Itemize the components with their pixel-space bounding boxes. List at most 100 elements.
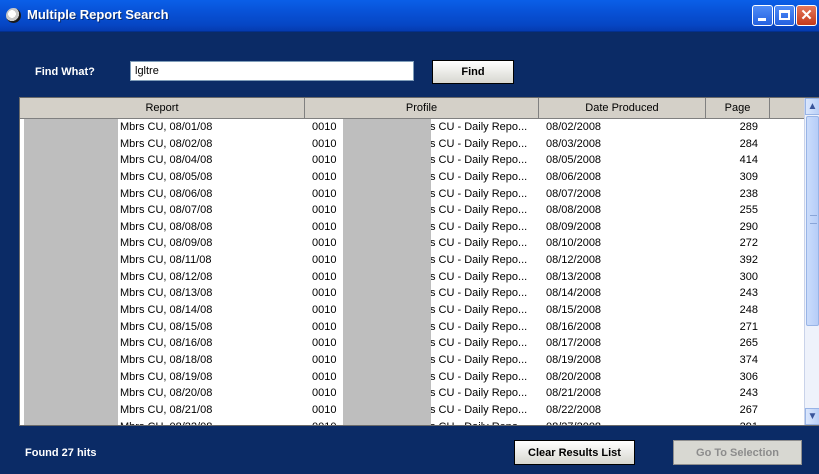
column-header-page[interactable]: Page bbox=[706, 98, 770, 119]
profile-description-cell: s CU - Daily Repo... bbox=[430, 270, 528, 283]
date-produced-cell: 08/21/2008 bbox=[546, 387, 602, 400]
profile-description-cell: s CU - Daily Repo... bbox=[430, 304, 528, 317]
scroll-thumb[interactable] bbox=[806, 116, 819, 326]
report-cell: Mbrs CU, 08/07/08 bbox=[120, 204, 213, 217]
page-cell: 267 bbox=[739, 403, 758, 416]
page-cell: 284 bbox=[739, 137, 758, 150]
profile-description-cell: s CU - Daily Repo... bbox=[430, 170, 528, 183]
date-produced-cell: 08/09/2008 bbox=[546, 220, 602, 233]
report-cell: Mbrs CU, 08/01/08 bbox=[120, 121, 213, 133]
profile-description-cell: s CU - Daily Repo... bbox=[430, 370, 528, 383]
clear-results-list-button[interactable]: Clear Results List bbox=[514, 440, 635, 465]
page-cell: 271 bbox=[739, 320, 758, 333]
find-what-input[interactable] bbox=[130, 61, 414, 81]
redacted-area bbox=[343, 119, 431, 425]
date-produced-cell: 08/05/2008 bbox=[546, 154, 602, 167]
column-header-profile[interactable]: Profile bbox=[305, 98, 539, 119]
report-cell: Mbrs CU, 08/18/08 bbox=[120, 353, 213, 366]
report-cell: Mbrs CU, 08/13/08 bbox=[120, 287, 213, 300]
page-cell: 255 bbox=[739, 204, 758, 217]
report-cell: Mbrs CU, 08/05/08 bbox=[120, 170, 213, 183]
profile-description-cell: s CU - Daily Repo... bbox=[430, 403, 528, 416]
date-produced-cell: 08/12/2008 bbox=[546, 254, 602, 267]
grip-icon bbox=[810, 215, 817, 224]
page-cell: 265 bbox=[739, 337, 758, 350]
date-produced-cell: 08/02/2008 bbox=[546, 121, 602, 133]
page-cell: 300 bbox=[739, 270, 758, 283]
report-cell: Mbrs CU, 08/11/08 bbox=[120, 254, 212, 267]
report-cell: Mbrs CU, 08/09/08 bbox=[120, 237, 213, 250]
page-cell: 414 bbox=[739, 154, 758, 167]
report-cell: Mbrs CU, 08/14/08 bbox=[120, 304, 213, 317]
date-produced-cell: 08/20/2008 bbox=[546, 370, 602, 383]
profile-description-cell: s CU - Daily Repo... bbox=[430, 237, 528, 250]
report-cell: Mbrs CU, 08/20/08 bbox=[120, 387, 213, 400]
date-produced-cell: 08/27/2008 bbox=[546, 419, 706, 425]
date-produced-cell: 08/08/2008 bbox=[546, 204, 602, 217]
page-cell: 392 bbox=[739, 254, 758, 267]
date-produced-cell: 08/22/2008 bbox=[546, 403, 602, 416]
app-icon bbox=[6, 8, 21, 23]
date-produced-cell: 08/17/2008 bbox=[546, 337, 602, 350]
page-cell: 248 bbox=[739, 304, 758, 317]
window-title: Multiple Report Search bbox=[27, 7, 169, 22]
title-bar[interactable]: Multiple Report Search ✕ bbox=[0, 0, 819, 32]
profile-description-cell: s CU - Daily Repo... bbox=[430, 419, 550, 425]
maximize-button[interactable] bbox=[774, 5, 795, 26]
date-produced-cell: 08/13/2008 bbox=[546, 270, 602, 283]
profile-description-cell: s CU - Daily Repo... bbox=[430, 187, 528, 200]
report-cell: Mbrs CU, 08/19/08 bbox=[120, 370, 213, 383]
profile-description-cell: s CU - Daily Repo... bbox=[430, 320, 528, 333]
status-text: Found 27 hits bbox=[25, 447, 97, 459]
maximize-icon bbox=[779, 10, 790, 20]
column-header-filler bbox=[770, 98, 805, 119]
minimize-icon bbox=[758, 18, 766, 21]
report-cell: Mbrs CU, 08/06/08 bbox=[120, 187, 213, 200]
profile-description-cell: s CU - Daily Repo... bbox=[430, 337, 528, 350]
column-header-report[interactable]: Report bbox=[20, 98, 305, 119]
report-cell: Mbrs CU, 08/12/08 bbox=[120, 270, 213, 283]
date-produced-cell: 08/03/2008 bbox=[546, 137, 602, 150]
profile-description-cell: s CU - Daily Repo... bbox=[430, 387, 528, 400]
column-header-date-produced[interactable]: Date Produced bbox=[539, 98, 706, 119]
page-cell: 290 bbox=[739, 220, 758, 233]
profile-description-cell: s CU - Daily Repo... bbox=[430, 137, 528, 150]
find-what-label: Find What? bbox=[35, 66, 95, 78]
vertical-scrollbar[interactable]: ▲ ▼ bbox=[804, 98, 819, 425]
scroll-up-button[interactable]: ▲ bbox=[805, 98, 819, 115]
profile-description-cell: s CU - Daily Repo... bbox=[430, 204, 528, 217]
profile-description-cell: s CU - Daily Repo... bbox=[430, 254, 528, 267]
page-cell: 243 bbox=[739, 287, 758, 300]
page-cell: 238 bbox=[739, 187, 758, 200]
profile-description-cell: s CU - Daily Repo... bbox=[430, 353, 528, 366]
page-cell: 272 bbox=[739, 237, 758, 250]
report-cell: Mbrs CU, 08/15/08 bbox=[120, 320, 213, 333]
page-cell: 306 bbox=[739, 370, 758, 383]
page-cell: 374 bbox=[739, 353, 758, 366]
date-produced-cell: 08/06/2008 bbox=[546, 170, 602, 183]
page-cell: 289 bbox=[739, 121, 758, 133]
profile-description-cell: s CU - Daily Repo... bbox=[430, 121, 528, 133]
date-produced-cell: 08/19/2008 bbox=[546, 353, 602, 366]
find-button[interactable]: Find bbox=[432, 60, 514, 84]
close-button[interactable]: ✕ bbox=[796, 5, 817, 26]
date-produced-cell: 08/14/2008 bbox=[546, 287, 602, 300]
multiple-report-search-window: Multiple Report Search ✕ Find What? Find… bbox=[0, 0, 819, 474]
minimize-button[interactable] bbox=[752, 5, 773, 26]
close-icon: ✕ bbox=[800, 7, 813, 24]
page-cell: 291 bbox=[710, 419, 758, 425]
report-cell: Mbrs CU, 08/16/08 bbox=[120, 337, 213, 350]
profile-description-cell: s CU - Daily Repo... bbox=[430, 220, 528, 233]
go-to-selection-button[interactable]: Go To Selection bbox=[673, 440, 802, 465]
report-cell: Mbrs CU, 08/02/08 bbox=[120, 137, 213, 150]
report-cell: Mbrs CU, 08/21/08 bbox=[120, 403, 213, 416]
grid-header: Report Profile Date Produced Page bbox=[20, 98, 805, 119]
report-cell: Mbrs CU, 08/08/08 bbox=[120, 220, 213, 233]
profile-description-cell: s CU - Daily Repo... bbox=[430, 154, 528, 167]
profile-description-cell: s CU - Daily Repo... bbox=[430, 287, 528, 300]
date-produced-cell: 08/15/2008 bbox=[546, 304, 602, 317]
report-cell: Mbrs CU, 08/04/08 bbox=[120, 154, 213, 167]
scroll-down-button[interactable]: ▼ bbox=[805, 408, 819, 425]
date-produced-cell: 08/07/2008 bbox=[546, 187, 602, 200]
report-cell: Mbrs CU, 08/22/08 bbox=[120, 419, 310, 425]
